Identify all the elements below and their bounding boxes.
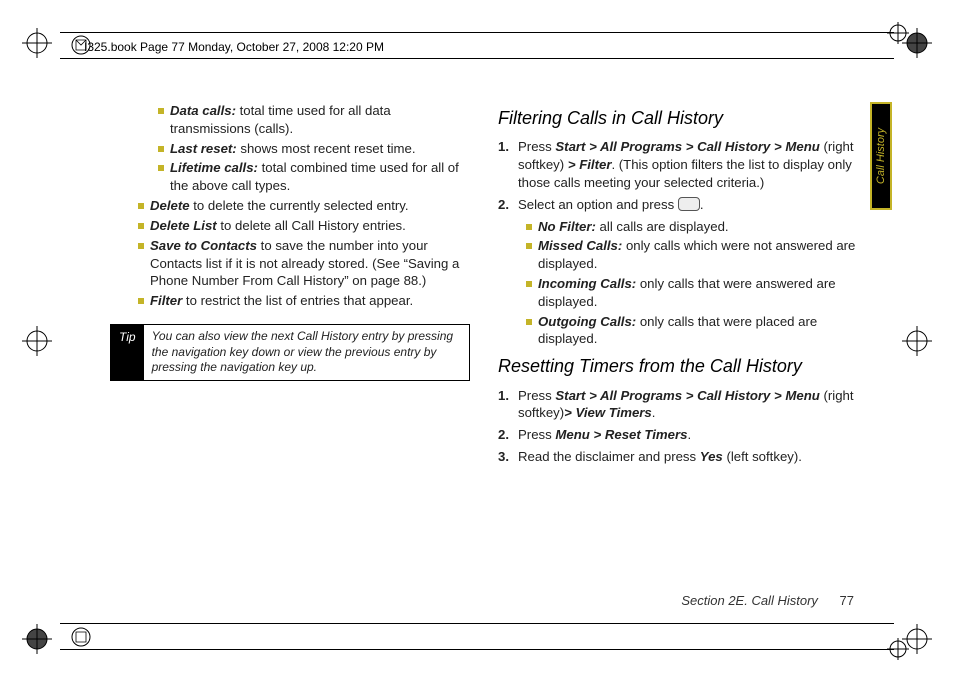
bullet-icon (138, 223, 144, 229)
bullet-icon (158, 165, 164, 171)
list-item: No Filter: all calls are displayed. (526, 218, 858, 236)
term: Lifetime calls: (170, 160, 258, 175)
bullet-icon (526, 243, 532, 249)
step-row: 1. Press Start > All Programs > Call His… (498, 387, 858, 423)
text: Press (518, 388, 555, 403)
ok-button-icon (678, 197, 700, 211)
desc: to delete all Call History entries. (217, 218, 406, 233)
term: Save to Contacts (150, 238, 257, 253)
crop-mark-ml (22, 326, 52, 356)
bullet-icon (158, 146, 164, 152)
desc: shows most recent reset time. (237, 141, 416, 156)
right-column: Filtering Calls in Call History 1. Press… (498, 100, 858, 620)
step-row: 2. Press Menu > Reset Timers. (498, 426, 858, 444)
ui-path: Start > All Programs > Call History > Me… (555, 139, 819, 154)
tip-body: You can also view the next Call History … (144, 325, 469, 380)
term: Delete List (150, 218, 217, 233)
bullet-icon (138, 298, 144, 304)
crop-mark-bl (22, 624, 52, 654)
bullet-icon (526, 319, 532, 325)
step-number: 3. (498, 448, 518, 466)
text: Press (518, 427, 555, 442)
list-item: Delete List to delete all Call History e… (138, 217, 470, 235)
term: No Filter: (538, 219, 596, 234)
term: Missed Calls: (538, 238, 622, 253)
desc: to restrict the list of entries that app… (182, 293, 413, 308)
term: Last reset: (170, 141, 237, 156)
footer-rule-bottom (60, 649, 894, 650)
list-item: Last reset: shows most recent reset time… (158, 140, 470, 158)
step-row: 3. Read the disclaimer and press Yes (le… (498, 448, 858, 466)
header-rule-top (60, 32, 894, 33)
bullet-icon (526, 281, 532, 287)
term: Data calls: (170, 103, 236, 118)
ui-path: > Filter (568, 157, 612, 172)
list-item: Data calls: total time used for all data… (158, 102, 470, 138)
header-stamp: I325.book Page 77 Monday, October 27, 20… (84, 40, 384, 54)
text: Press (518, 139, 555, 154)
left-column: Data calls: total time used for all data… (110, 100, 470, 620)
heading-resetting: Resetting Timers from the Call History (498, 354, 858, 378)
footer-section: Section 2E. Call History (681, 593, 818, 608)
page-footer: Section 2E. Call History 77 (681, 593, 854, 608)
step-row: 1. Press Start > All Programs > Call His… (498, 138, 858, 191)
term: Outgoing Calls: (538, 314, 636, 329)
term: Yes (700, 449, 723, 464)
tip-box: Tip You can also view the next Call Hist… (110, 324, 470, 381)
heading-filtering: Filtering Calls in Call History (498, 106, 858, 130)
ui-path: Menu > Reset Timers (555, 427, 687, 442)
header-mark-right (887, 22, 909, 44)
list-item: Save to Contacts to save the number into… (138, 237, 470, 290)
list-item: Delete to delete the currently selected … (138, 197, 470, 215)
text: . (687, 427, 691, 442)
step-number: 2. (498, 426, 518, 444)
step-row: 2. Select an option and press . (498, 196, 858, 214)
list-item: Outgoing Calls: only calls that were pla… (526, 313, 858, 349)
bullet-icon (138, 243, 144, 249)
text: Select an option and press (518, 197, 678, 212)
text: (left softkey). (723, 449, 802, 464)
term: Incoming Calls: (538, 276, 636, 291)
step-number: 2. (498, 196, 518, 214)
step-number: 1. (498, 387, 518, 423)
page-body: Data calls: total time used for all data… (110, 100, 880, 620)
crop-mark-mr (902, 326, 932, 356)
text: . (652, 405, 656, 420)
list-item: Missed Calls: only calls which were not … (526, 237, 858, 273)
crop-mark-tl (22, 28, 52, 58)
bullet-icon (158, 108, 164, 114)
text: . (700, 197, 704, 212)
footer-book-icon (70, 626, 92, 648)
desc: to delete the currently selected entry. (190, 198, 409, 213)
footer-page-number: 77 (840, 593, 854, 608)
footer-mark-right (887, 638, 909, 660)
step-number: 1. (498, 138, 518, 191)
ui-path: Start > All Programs > Call History > Me… (555, 388, 819, 403)
term: Delete (150, 198, 190, 213)
tip-label: Tip (111, 325, 144, 380)
list-item: Filter to restrict the list of entries t… (138, 292, 470, 310)
list-item: Lifetime calls: total combined time used… (158, 159, 470, 195)
footer-rule-top (60, 623, 894, 624)
bullet-icon (526, 224, 532, 230)
bullet-icon (138, 203, 144, 209)
header-rule-bottom (60, 58, 894, 59)
text: Read the disclaimer and press (518, 449, 700, 464)
term: Filter (150, 293, 182, 308)
list-item: Incoming Calls: only calls that were ans… (526, 275, 858, 311)
desc: all calls are displayed. (596, 219, 729, 234)
ui-path: > View Timers (564, 405, 652, 420)
